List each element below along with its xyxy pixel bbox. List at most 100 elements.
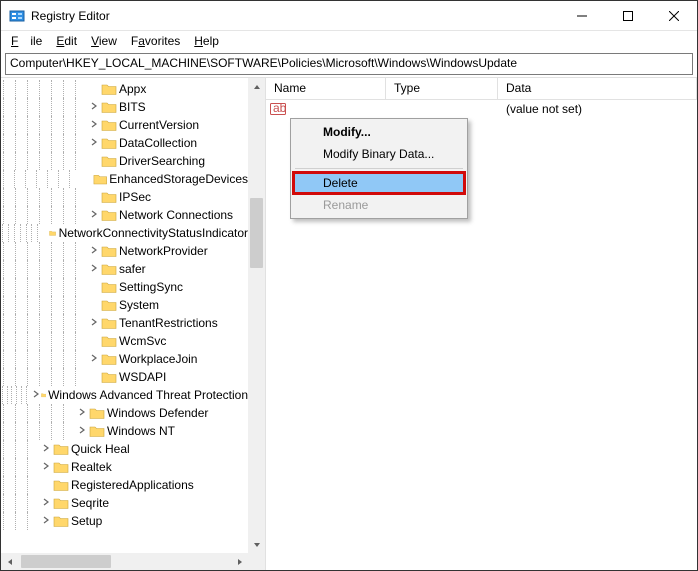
tree-item-label: Windows Defender	[107, 406, 208, 420]
tree-item[interactable]: NetworkProvider	[1, 242, 248, 260]
tree-item-label: Appx	[119, 82, 146, 96]
menu-view[interactable]: View	[85, 32, 123, 50]
expand-chevron-icon[interactable]	[39, 515, 53, 528]
list-header: Name Type Data	[266, 78, 697, 100]
expand-chevron-icon[interactable]	[87, 317, 101, 330]
tree-item[interactable]: safer	[1, 260, 248, 278]
tree-item[interactable]: Network Connections	[1, 206, 248, 224]
tree-item-label: NetworkProvider	[119, 244, 208, 258]
expand-chevron-icon[interactable]	[39, 443, 53, 456]
tree-item-label: Windows Advanced Threat Protection	[48, 388, 248, 402]
tree-item-label: TenantRestrictions	[119, 316, 218, 330]
tree-item[interactable]: BITS	[1, 98, 248, 116]
tree-item-label: CurrentVersion	[119, 118, 199, 132]
tree-item-label: IPSec	[119, 190, 151, 204]
menubar: File Edit View Favorites Help	[1, 31, 697, 51]
tree-item-label: Setup	[71, 514, 102, 528]
scroll-down-button[interactable]	[248, 536, 265, 553]
tree-item-label: Seqrite	[71, 496, 109, 510]
tree-item-label: SettingSync	[119, 280, 183, 294]
list-panel: Name Type Data ab (value not set) Modify…	[266, 78, 697, 570]
context-menu-modify-binary[interactable]: Modify Binary Data...	[293, 143, 465, 165]
tree-item-label: RegisteredApplications	[71, 478, 194, 492]
expand-chevron-icon[interactable]	[31, 389, 41, 402]
expand-chevron-icon[interactable]	[87, 263, 101, 276]
tree-item[interactable]: CurrentVersion	[1, 116, 248, 134]
tree-item[interactable]: IPSec	[1, 188, 248, 206]
tree-item[interactable]: Windows NT	[1, 422, 248, 440]
expand-chevron-icon[interactable]	[75, 425, 89, 438]
column-header-data[interactable]: Data	[498, 78, 697, 99]
expand-chevron-icon[interactable]	[87, 137, 101, 150]
tree-horizontal-scrollbar[interactable]	[1, 553, 248, 570]
maximize-button[interactable]	[605, 1, 651, 30]
tree-item-label: DataCollection	[119, 136, 197, 150]
tree-item[interactable]: WSDAPI	[1, 368, 248, 386]
expand-chevron-icon[interactable]	[87, 245, 101, 258]
context-menu: Modify... Modify Binary Data... Delete R…	[290, 118, 468, 219]
scroll-up-button[interactable]	[248, 78, 265, 95]
tree-item-label: Windows NT	[107, 424, 175, 438]
tree-item[interactable]: RegisteredApplications	[1, 476, 248, 494]
menu-file[interactable]: File	[5, 32, 48, 50]
scroll-thumb-h[interactable]	[21, 555, 111, 568]
tree-item-label: safer	[119, 262, 146, 276]
tree-item-label: BITS	[119, 100, 146, 114]
scroll-right-button[interactable]	[231, 553, 248, 570]
expand-chevron-icon[interactable]	[87, 209, 101, 222]
expand-chevron-icon[interactable]	[87, 101, 101, 114]
menu-edit[interactable]: Edit	[50, 32, 83, 50]
tree-item-label: Network Connections	[119, 208, 233, 222]
column-header-type[interactable]: Type	[386, 78, 498, 99]
context-menu-delete[interactable]: Delete	[293, 172, 465, 194]
scroll-thumb[interactable]	[250, 198, 263, 268]
context-menu-rename[interactable]: Rename	[293, 194, 465, 216]
scroll-corner	[248, 553, 265, 570]
tree-item-label: WorkplaceJoin	[119, 352, 197, 366]
tree-item[interactable]: SettingSync	[1, 278, 248, 296]
value-data: (value not set)	[498, 102, 697, 116]
column-header-name[interactable]: Name	[266, 78, 386, 99]
tree-item[interactable]: Windows Defender	[1, 404, 248, 422]
expand-chevron-icon[interactable]	[75, 407, 89, 420]
tree-item[interactable]: Seqrite	[1, 494, 248, 512]
expand-chevron-icon[interactable]	[39, 497, 53, 510]
address-bar[interactable]: Computer\HKEY_LOCAL_MACHINE\SOFTWARE\Pol…	[5, 53, 693, 75]
tree-item-label: EnhancedStorageDevices	[109, 172, 248, 186]
expand-chevron-icon[interactable]	[87, 119, 101, 132]
tree-item-label: Realtek	[71, 460, 112, 474]
menu-favorites[interactable]: Favorites	[125, 32, 186, 50]
tree-item[interactable]: Realtek	[1, 458, 248, 476]
tree-item[interactable]: DataCollection	[1, 134, 248, 152]
expand-chevron-icon[interactable]	[87, 353, 101, 366]
context-menu-separator	[295, 168, 463, 169]
tree-item[interactable]: WorkplaceJoin	[1, 350, 248, 368]
close-button[interactable]	[651, 1, 697, 30]
context-menu-modify[interactable]: Modify...	[293, 121, 465, 143]
tree-item[interactable]: NetworkConnectivityStatusIndicator	[1, 224, 248, 242]
tree-panel: Appx BITS CurrentVersion DataCollection Driv…	[1, 78, 266, 570]
tree-item[interactable]: TenantRestrictions	[1, 314, 248, 332]
tree-item[interactable]: Windows Advanced Threat Protection	[1, 386, 248, 404]
tree-item[interactable]: Appx	[1, 80, 248, 98]
tree-item-label: WcmSvc	[119, 334, 166, 348]
tree[interactable]: Appx BITS CurrentVersion DataCollection Driv…	[1, 78, 248, 553]
tree-vertical-scrollbar[interactable]	[248, 78, 265, 553]
expand-chevron-icon[interactable]	[39, 461, 53, 474]
tree-item[interactable]: EnhancedStorageDevices	[1, 170, 248, 188]
tree-item[interactable]: Quick Heal	[1, 440, 248, 458]
scroll-left-button[interactable]	[1, 553, 18, 570]
menu-help[interactable]: Help	[188, 32, 225, 50]
tree-item[interactable]: DriverSearching	[1, 152, 248, 170]
tree-item-label: NetworkConnectivityStatusIndicator	[59, 226, 248, 240]
tree-item-label: Quick Heal	[71, 442, 130, 456]
svg-text:ab: ab	[273, 101, 286, 115]
string-value-icon: ab	[270, 101, 286, 117]
tree-item[interactable]: System	[1, 296, 248, 314]
tree-item-label: WSDAPI	[119, 370, 166, 384]
tree-item[interactable]: Setup	[1, 512, 248, 530]
tree-item[interactable]: WcmSvc	[1, 332, 248, 350]
minimize-button[interactable]	[559, 1, 605, 30]
tree-item-label: DriverSearching	[119, 154, 205, 168]
registry-value-row[interactable]: ab (value not set)	[266, 100, 697, 118]
